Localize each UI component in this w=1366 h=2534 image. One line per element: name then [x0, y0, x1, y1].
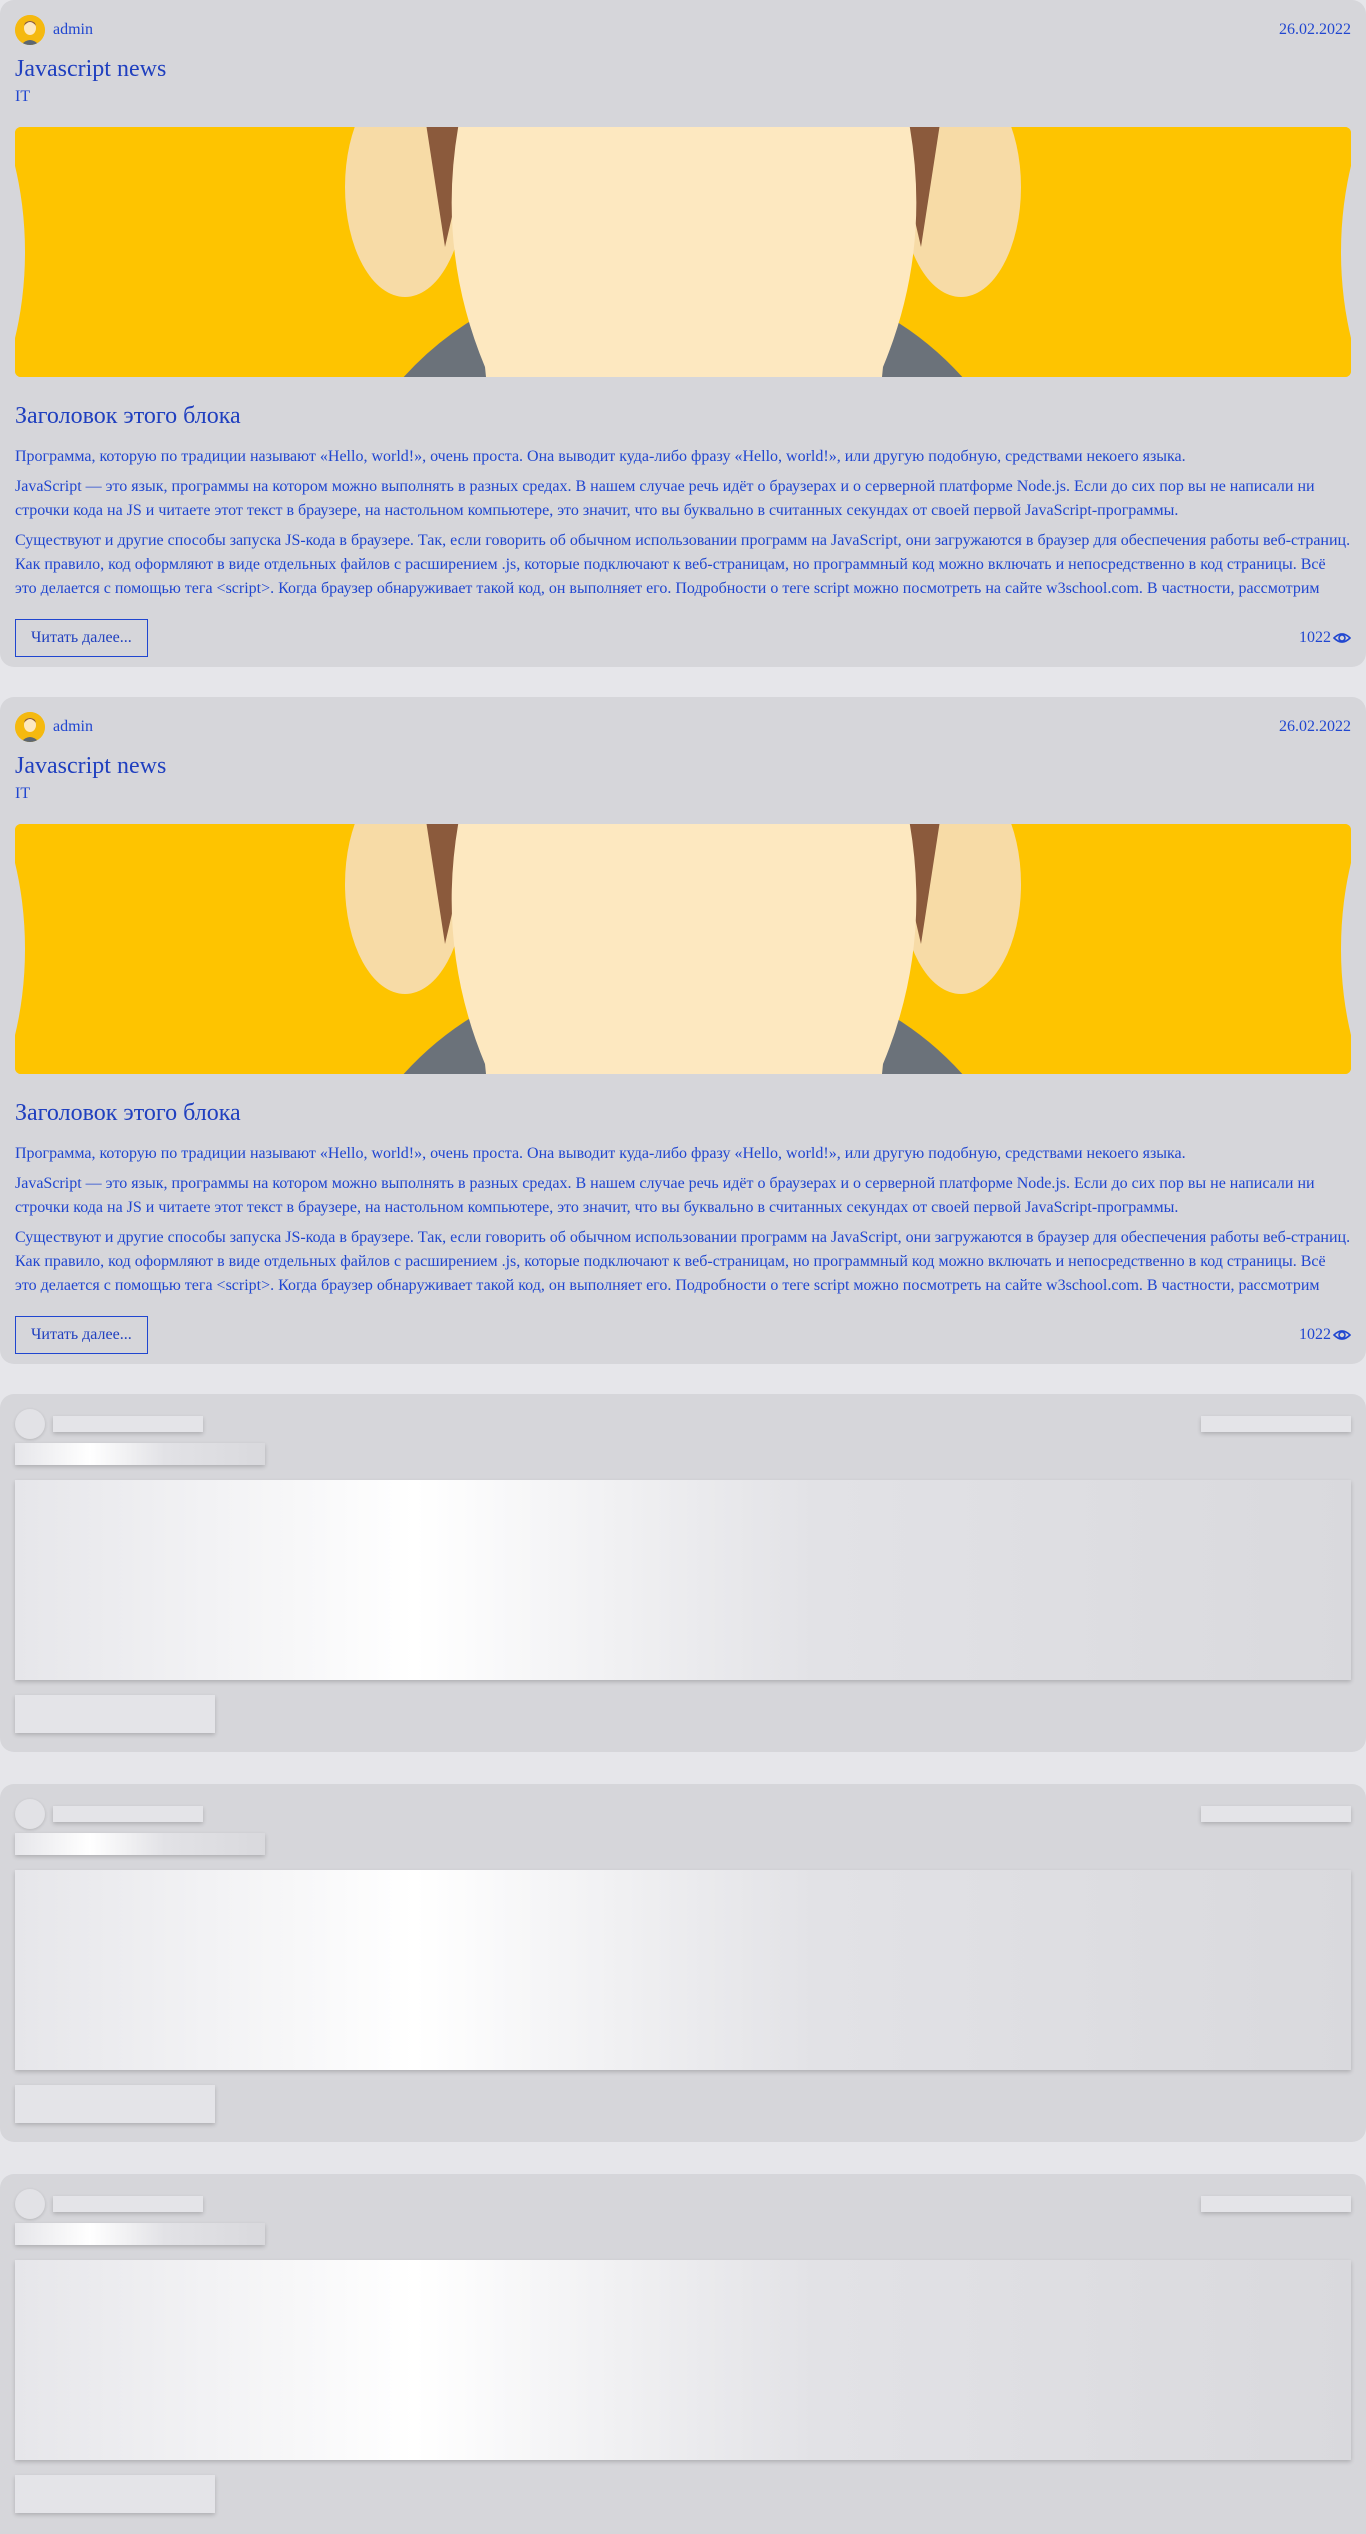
skeleton-date-line	[1201, 1416, 1351, 1432]
post-footer: Читать далее... 1022	[15, 619, 1351, 657]
skeleton-name-line	[53, 1806, 203, 1822]
post-excerpt: Программа, которую по традиции называют …	[15, 445, 1351, 629]
skeleton-avatar	[15, 1409, 45, 1439]
post-header: admin 26.02.2022	[15, 712, 1351, 742]
skeleton-name-line	[53, 2196, 203, 2212]
skeleton-card	[0, 2174, 1366, 2534]
skeleton-header	[15, 2189, 1351, 2219]
user-avatar-icon	[15, 712, 45, 742]
skeleton-card	[0, 1784, 1366, 2142]
skeleton-avatar	[15, 1799, 45, 1829]
post-image	[15, 824, 1351, 1074]
skeleton-card	[0, 1394, 1366, 1752]
skeleton-title-line	[15, 1833, 265, 1855]
views-count: 1022	[1299, 629, 1331, 646]
post-footer: Читать далее... 1022	[15, 1316, 1351, 1354]
eye-icon	[1333, 633, 1351, 643]
post-excerpt: Программа, которую по традиции называют …	[15, 1142, 1351, 1326]
skeleton-button	[15, 2475, 215, 2513]
paragraph: Существуют и другие способы запуска JS-к…	[15, 1229, 1351, 1294]
skeleton-avatar	[15, 2189, 45, 2219]
post-date: 26.02.2022	[1279, 21, 1351, 38]
skeleton-author	[15, 2189, 203, 2219]
skeleton-image	[15, 1480, 1351, 1680]
block-heading: Заголовок этого блока	[15, 403, 241, 429]
views-counter: 1022	[1299, 629, 1351, 647]
paragraph: Программа, которую по традиции называют …	[15, 1145, 1186, 1162]
skeleton-author	[15, 1409, 203, 1439]
skeleton-title-line	[15, 2223, 265, 2245]
post-category[interactable]: IT	[15, 783, 1351, 805]
author-name[interactable]: admin	[53, 21, 93, 39]
post-date: 26.02.2022	[1279, 718, 1351, 735]
post-title[interactable]: Javascript news	[15, 54, 1351, 84]
block-heading: Заголовок этого блока	[15, 1100, 241, 1126]
skeleton-header	[15, 1799, 1351, 1829]
skeleton-author	[15, 1799, 203, 1829]
read-more-button[interactable]: Читать далее...	[15, 1316, 148, 1354]
post-category[interactable]: IT	[15, 86, 1351, 108]
paragraph: Программа, которую по традиции называют …	[15, 448, 1186, 465]
author-info[interactable]: admin	[15, 712, 93, 742]
post-card: admin 26.02.2022 Javascript news IT Заго…	[0, 0, 1366, 667]
post-image	[15, 127, 1351, 377]
post-title[interactable]: Javascript news	[15, 751, 1351, 781]
skeleton-image	[15, 1870, 1351, 2070]
author-name[interactable]: admin	[53, 718, 93, 736]
skeleton-button	[15, 2085, 215, 2123]
skeleton-date-line	[1201, 1806, 1351, 1822]
skeleton-title-line	[15, 1443, 265, 1465]
eye-icon	[1333, 1330, 1351, 1340]
author-info[interactable]: admin	[15, 15, 93, 45]
views-counter: 1022	[1299, 1326, 1351, 1344]
skeleton-header	[15, 1409, 1351, 1439]
views-count: 1022	[1299, 1326, 1331, 1343]
skeleton-image	[15, 2260, 1351, 2460]
post-header: admin 26.02.2022	[15, 15, 1351, 45]
skeleton-date-line	[1201, 2196, 1351, 2212]
user-avatar-icon	[15, 15, 45, 45]
paragraph: Существуют и другие способы запуска JS-к…	[15, 532, 1351, 597]
skeleton-button	[15, 1695, 215, 1733]
paragraph: JavaScript — это язык, программы на кото…	[15, 1175, 1315, 1216]
paragraph: JavaScript — это язык, программы на кото…	[15, 478, 1315, 519]
post-card: admin 26.02.2022 Javascript news IT Заго…	[0, 697, 1366, 1364]
skeleton-name-line	[53, 1416, 203, 1432]
read-more-button[interactable]: Читать далее...	[15, 619, 148, 657]
